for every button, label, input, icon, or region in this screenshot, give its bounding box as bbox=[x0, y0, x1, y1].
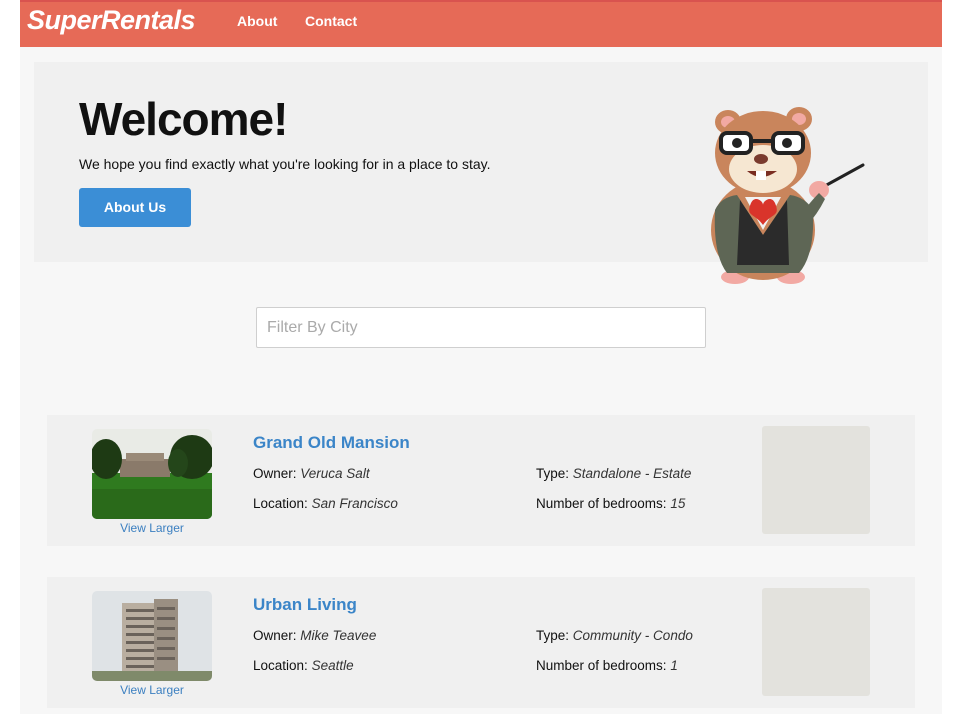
view-larger-link[interactable]: View Larger bbox=[92, 521, 212, 535]
about-us-button[interactable]: About Us bbox=[79, 188, 191, 227]
navbar: SuperRentals About Contact bbox=[20, 0, 942, 47]
bedrooms-value: 1 bbox=[670, 658, 678, 673]
owner-label: Owner: bbox=[253, 466, 297, 481]
rental-listing: View Larger Grand Old Mansion Owner: Ver… bbox=[47, 415, 915, 546]
type-label: Type: bbox=[536, 466, 570, 481]
nav-about-link[interactable]: About bbox=[237, 13, 277, 29]
owner-value: Veruca Salt bbox=[300, 466, 370, 481]
owner-field: Owner: Veruca Salt bbox=[253, 466, 370, 481]
type-field: Type: Community - Condo bbox=[536, 628, 693, 643]
location-label: Location: bbox=[253, 658, 308, 673]
location-value: Seattle bbox=[311, 658, 354, 673]
filter-city-input[interactable] bbox=[256, 307, 706, 348]
tagline: We hope you find exactly what you're loo… bbox=[79, 156, 491, 172]
type-field: Type: Standalone - Estate bbox=[536, 466, 691, 481]
view-larger-link[interactable]: View Larger bbox=[92, 683, 212, 697]
type-value: Standalone - Estate bbox=[572, 466, 692, 481]
tomster-mascot-image bbox=[711, 107, 865, 284]
map-placeholder bbox=[762, 426, 870, 534]
type-label: Type: bbox=[536, 628, 570, 643]
bedrooms-field: Number of bedrooms: 1 bbox=[536, 658, 678, 673]
rental-image-urban-living[interactable] bbox=[92, 591, 212, 681]
location-field: Location: Seattle bbox=[253, 658, 354, 673]
location-field: Location: San Francisco bbox=[253, 496, 398, 511]
nav-contact-link[interactable]: Contact bbox=[305, 13, 357, 29]
location-value: San Francisco bbox=[311, 496, 398, 511]
rental-title-link[interactable]: Grand Old Mansion bbox=[253, 433, 410, 453]
brand-logo[interactable]: SuperRentals bbox=[27, 5, 196, 36]
rental-listing: View Larger Urban Living Owner: Mike Tea… bbox=[47, 577, 915, 708]
page-title: Welcome! bbox=[79, 93, 288, 145]
rental-image-mansion[interactable] bbox=[92, 429, 212, 519]
bedrooms-label: Number of bedrooms: bbox=[536, 658, 667, 673]
owner-label: Owner: bbox=[253, 628, 297, 643]
map-placeholder bbox=[762, 588, 870, 696]
location-label: Location: bbox=[253, 496, 308, 511]
rental-title-link[interactable]: Urban Living bbox=[253, 595, 357, 615]
bedrooms-value: 15 bbox=[670, 496, 686, 511]
owner-field: Owner: Mike Teavee bbox=[253, 628, 376, 643]
type-value: Community - Condo bbox=[572, 628, 693, 643]
owner-value: Mike Teavee bbox=[300, 628, 377, 643]
bedrooms-field: Number of bedrooms: 15 bbox=[536, 496, 685, 511]
bedrooms-label: Number of bedrooms: bbox=[536, 496, 667, 511]
